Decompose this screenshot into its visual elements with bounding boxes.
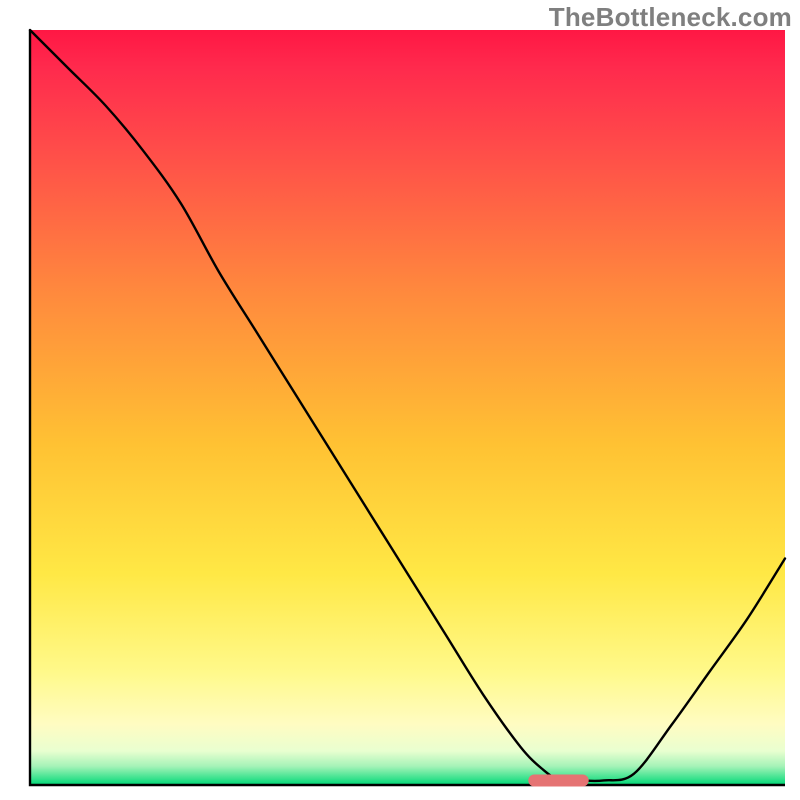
watermark-text: TheBottleneck.com bbox=[549, 2, 792, 33]
bottleneck-chart bbox=[0, 0, 800, 800]
chart-container: TheBottleneck.com bbox=[0, 0, 800, 800]
plot-background bbox=[30, 30, 785, 785]
optimal-marker bbox=[528, 774, 588, 786]
